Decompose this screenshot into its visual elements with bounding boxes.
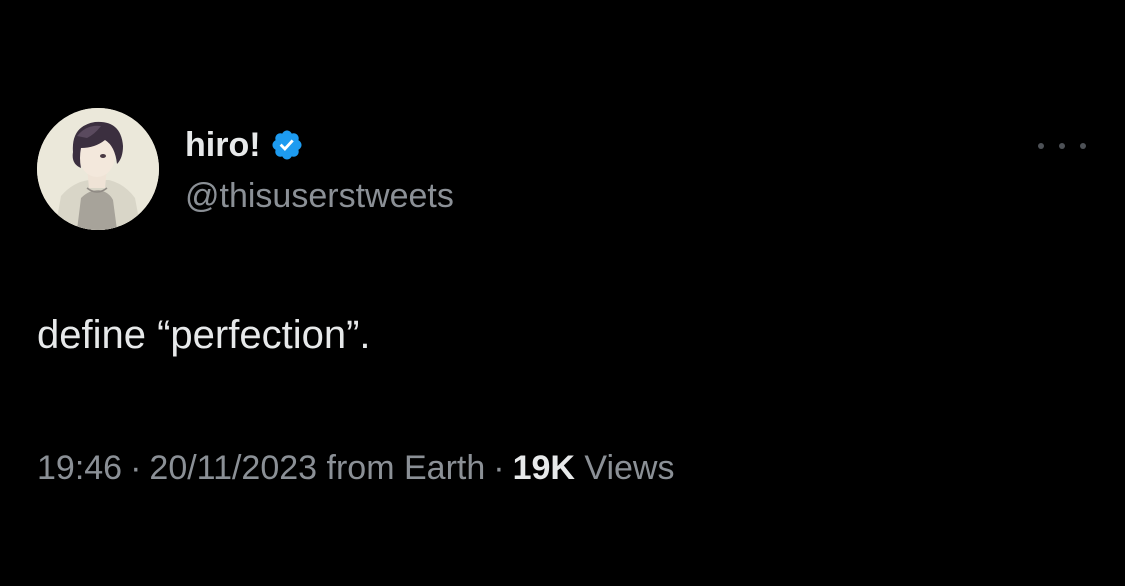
verified-badge-icon (270, 128, 304, 162)
more-options-icon[interactable] (1038, 136, 1086, 156)
display-name[interactable]: hiro! (185, 123, 261, 167)
meta-separator: · (130, 449, 142, 487)
author-name-row: hiro! (185, 123, 304, 167)
more-dot (1080, 143, 1086, 149)
anime-character-avatar-icon (37, 108, 159, 230)
views-count[interactable]: 19K (513, 449, 575, 487)
user-handle[interactable]: @thisuserstweets (185, 174, 454, 218)
tweet-text: define “perfection”. (37, 313, 371, 357)
tweet-source: from Earth (326, 449, 486, 487)
tweet-time[interactable]: 19:46 (37, 449, 122, 487)
tweet-date[interactable]: 20/11/2023 (149, 449, 317, 487)
tweet-meta: 19:46 · 20/11/2023 from Earth · 19K Views (37, 446, 675, 490)
more-dot (1059, 143, 1065, 149)
more-dot (1038, 143, 1044, 149)
meta-separator: · (493, 449, 505, 487)
avatar[interactable] (37, 108, 159, 230)
tweet-card: hiro! @thisuserstweets define “perfectio… (0, 0, 1125, 586)
views-label[interactable]: Views (584, 449, 674, 487)
